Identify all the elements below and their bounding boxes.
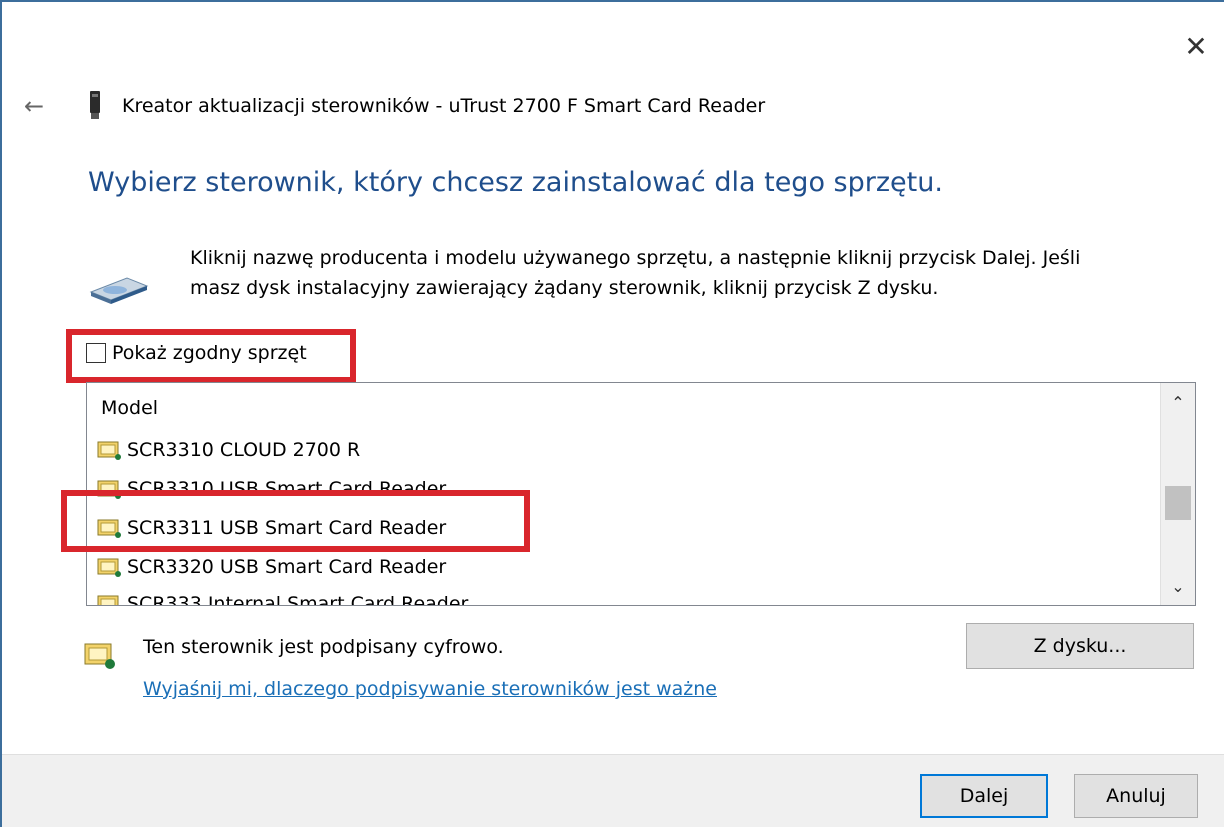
- show-compatible-hardware-option[interactable]: Pokaż zgodny sprzęt: [86, 342, 307, 364]
- scroll-thumb[interactable]: [1165, 486, 1191, 520]
- chevron-up-icon: ⌃: [1171, 392, 1185, 412]
- model-name: SCR3320 USB Smart Card Reader: [127, 556, 447, 578]
- have-disk-button[interactable]: Z dysku...: [966, 623, 1194, 669]
- driver-update-wizard-window: ✕ ← Kreator aktualizacji sterowników - u…: [0, 0, 1224, 827]
- window-left-border: [0, 2, 2, 827]
- list-item[interactable]: SCR3310 CLOUD 2700 R: [97, 435, 360, 465]
- scroll-down-button[interactable]: ⌄: [1161, 571, 1195, 601]
- smart-card-reader-icon: [97, 441, 121, 460]
- smart-card-reader-icon: [97, 595, 119, 605]
- listbox-scrollbar[interactable]: ⌃ ⌄: [1160, 383, 1195, 605]
- signature-status-text: Ten sterownik jest podpisany cyfrowo.: [143, 636, 504, 658]
- smart-card-reader-icon: [97, 558, 121, 577]
- signed-driver-icon: [84, 643, 115, 669]
- card-reader-device-icon: [90, 91, 100, 119]
- instructions-line-1: Kliknij nazwę producenta i modelu używan…: [190, 247, 1081, 269]
- instructions-text: Kliknij nazwę producenta i modelu używan…: [190, 243, 1190, 303]
- list-item[interactable]: SCR333 Internal Smart Card Reader: [97, 589, 469, 606]
- close-button[interactable]: ✕: [1174, 24, 1218, 68]
- install-disk-icon: [89, 277, 149, 304]
- cancel-button[interactable]: Anuluj: [1074, 774, 1198, 818]
- driver-signing-info-link[interactable]: Wyjaśnij mi, dlaczego podpisywanie stero…: [143, 678, 717, 700]
- highlight-box-selected-model: [61, 490, 530, 552]
- back-arrow-icon: ←: [24, 92, 45, 120]
- back-button[interactable]: ←: [24, 92, 44, 120]
- close-icon: ✕: [1184, 29, 1208, 63]
- checkbox-label: Pokaż zgodny sprzęt: [112, 342, 307, 364]
- wizard-title: Kreator aktualizacji sterowników - uTrus…: [122, 95, 766, 117]
- page-heading: Wybierz sterownik, który chcesz zainstal…: [88, 167, 943, 198]
- instructions-line-2: masz dysk instalacyjny zawierający żądan…: [190, 277, 939, 299]
- model-name: SCR3310 CLOUD 2700 R: [127, 439, 361, 461]
- model-name: SCR333 Internal Smart Card Reader: [127, 593, 469, 606]
- scroll-up-button[interactable]: ⌃: [1161, 387, 1195, 417]
- show-compatible-hardware-checkbox[interactable]: [86, 343, 106, 363]
- chevron-down-icon: ⌄: [1171, 576, 1185, 596]
- next-button[interactable]: Dalej: [920, 774, 1048, 818]
- model-column-header: Model: [101, 397, 159, 419]
- list-item[interactable]: SCR3320 USB Smart Card Reader: [97, 552, 446, 582]
